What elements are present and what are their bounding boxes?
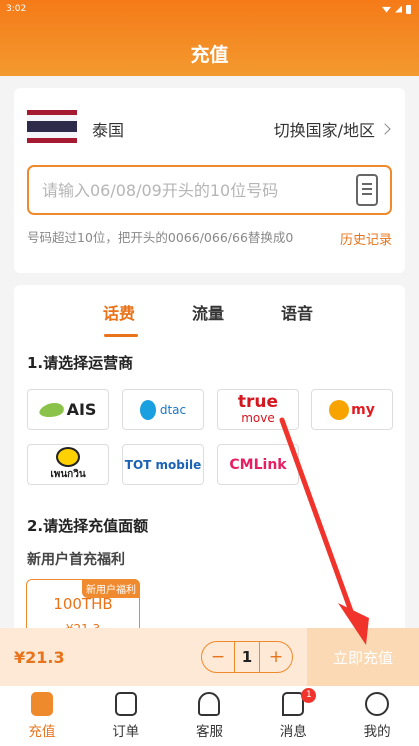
operator-tot[interactable]: TOT mobile bbox=[122, 444, 204, 485]
tab-recharge[interactable]: 充值 bbox=[0, 686, 84, 746]
switch-country-label: 切换国家/地区 bbox=[273, 121, 375, 140]
pay-now-button[interactable]: 立即充值 bbox=[307, 628, 419, 686]
operator-label: CMLink bbox=[229, 456, 287, 473]
tab-label: 我的 bbox=[363, 724, 391, 740]
operator-section-title: 1.请选择运营商 bbox=[27, 354, 134, 372]
total-price: ¥21.3 bbox=[14, 648, 65, 667]
operator-my[interactable]: my bbox=[311, 389, 393, 430]
operator-label: dtac bbox=[159, 402, 187, 417]
app-header: 3:02 充值 bbox=[0, 0, 419, 76]
operator-ais[interactable]: AIS bbox=[27, 389, 109, 430]
tab-service[interactable]: 客服 bbox=[168, 686, 252, 746]
amount-section-title: 2.请选择充值面额 bbox=[27, 517, 149, 535]
package-amount: 100THB bbox=[53, 595, 113, 613]
bottom-tab-bar: 充值 订单 客服 1 消息 我的 bbox=[0, 686, 419, 746]
tab-call-credit[interactable]: 话费 bbox=[103, 300, 135, 324]
tab-label: 充值 bbox=[28, 724, 56, 740]
chevron-right-icon bbox=[379, 123, 391, 135]
status-bar: 3:02 bbox=[6, 3, 411, 15]
minus-button[interactable]: − bbox=[202, 647, 234, 667]
status-icons bbox=[382, 4, 411, 14]
phone-card: 泰国 切换国家/地区 号码超过10位，把开头的0066/066/66替换成0 历… bbox=[14, 88, 405, 273]
switch-country-button[interactable]: 切换国家/地区 bbox=[273, 117, 391, 141]
page-title: 充值 bbox=[190, 44, 229, 66]
ais-logo-icon bbox=[37, 402, 67, 417]
tab-label: 客服 bbox=[195, 724, 223, 740]
operator-label: เพนกวิน bbox=[50, 469, 86, 480]
operator-label: true bbox=[237, 391, 279, 412]
tab-mine[interactable]: 我的 bbox=[335, 686, 419, 746]
phone-input[interactable] bbox=[27, 165, 392, 215]
contact-book-icon[interactable] bbox=[356, 174, 378, 206]
operator-label: my bbox=[351, 401, 375, 418]
country-name: 泰国 bbox=[92, 121, 125, 140]
signal-icon bbox=[395, 5, 402, 13]
plus-button[interactable]: + bbox=[260, 647, 292, 667]
operator-penguin[interactable]: เพนกวิน bbox=[27, 444, 109, 485]
operator-sublabel: move bbox=[241, 410, 275, 425]
history-link[interactable]: 历史记录 bbox=[340, 229, 392, 248]
operator-label: TOT mobile bbox=[124, 457, 202, 472]
smile-icon bbox=[365, 692, 390, 716]
operator-label: AIS bbox=[66, 400, 97, 419]
order-icon bbox=[114, 692, 137, 716]
dtac-logo-icon bbox=[139, 399, 156, 420]
status-time: 3:02 bbox=[6, 4, 27, 14]
phone-hint: 号码超过10位，把开头的0066/066/66替换成0 bbox=[27, 230, 294, 245]
quantity-value[interactable]: 1 bbox=[234, 642, 260, 672]
thailand-flag-icon bbox=[27, 110, 77, 143]
tab-data[interactable]: 流量 bbox=[192, 300, 224, 324]
message-count-badge: 1 bbox=[301, 688, 317, 703]
wifi-icon bbox=[382, 6, 391, 13]
operator-truemove[interactable]: true move bbox=[217, 389, 299, 430]
operator-dtac[interactable]: dtac bbox=[122, 389, 204, 430]
tab-messages[interactable]: 1 消息 bbox=[251, 686, 335, 746]
quantity-stepper: − 1 + bbox=[201, 641, 293, 673]
battery-icon bbox=[406, 4, 411, 14]
my-logo-icon bbox=[329, 399, 350, 420]
recharge-icon bbox=[30, 692, 53, 716]
penguin-logo-icon bbox=[56, 447, 80, 467]
tab-label: 订单 bbox=[112, 724, 140, 740]
tab-orders[interactable]: 订单 bbox=[84, 686, 168, 746]
pay-bar: ¥21.3 − 1 + 立即充值 bbox=[0, 628, 419, 686]
tab-voice[interactable]: 语音 bbox=[281, 300, 313, 324]
operator-cmlink[interactable]: CMLink bbox=[217, 444, 299, 485]
product-card: 话费 流量 语音 1.请选择运营商 AIS dtac true move my … bbox=[14, 285, 405, 685]
headset-icon bbox=[198, 692, 221, 716]
new-user-title: 新用户首充福利 bbox=[27, 552, 125, 568]
active-tab-indicator bbox=[104, 334, 138, 337]
product-tabs: 话费 流量 语音 bbox=[14, 300, 405, 340]
tab-label: 消息 bbox=[279, 724, 307, 740]
